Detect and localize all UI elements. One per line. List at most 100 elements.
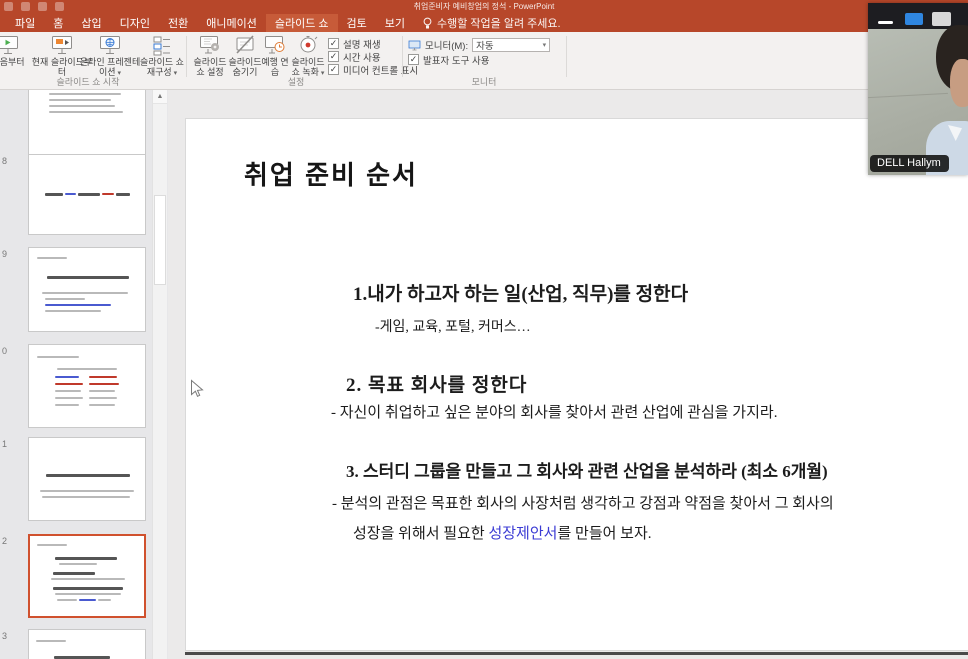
slide-section-1-sub[interactable]: -게임, 교육, 포털, 커머스…	[375, 316, 531, 336]
slide-canvas[interactable]: 취업 준비 순서 1.내가 하고자 하는 일(산업, 직무)를 정한다 -게임,…	[185, 118, 968, 651]
tab-file[interactable]: 파일	[6, 14, 44, 32]
text-line-placeholder	[89, 404, 115, 406]
slide-section-1-heading[interactable]: 1.내가 하고자 하는 일(산업, 직무)를 정한다	[353, 279, 688, 306]
checkbox-icon	[328, 64, 339, 75]
text-line-placeholder	[40, 490, 134, 492]
rehearse-clock-icon	[263, 34, 287, 56]
scrollbar-thumb[interactable]	[154, 195, 166, 285]
text-line-placeholder	[45, 304, 111, 306]
text-line-placeholder	[65, 193, 76, 195]
tab-design[interactable]: 디자인	[111, 14, 159, 32]
sub2-pre-text: 성장을 위해서 필요한	[353, 526, 488, 542]
slide-number: 3	[2, 631, 7, 641]
text-line-placeholder	[79, 599, 96, 601]
video-toggle-icon[interactable]	[905, 13, 923, 25]
checkbox-label: 미디어 컨트롤 표시	[343, 63, 418, 77]
text-line-placeholder	[49, 105, 115, 107]
tab-review[interactable]: 검토	[338, 14, 376, 32]
text-line-placeholder	[45, 298, 85, 300]
tab-slideshow[interactable]: 슬라이드 쇼	[266, 14, 338, 32]
checkbox-icon	[328, 38, 339, 49]
slideshow-options: 설명 재생 시간 사용 미디어 컨트롤 표시	[328, 37, 418, 76]
ribbon-tab-row: 파일 홈 삽입 디자인 전환 애니메이션 슬라이드 쇼 검토 보기 수행할 작업…	[0, 14, 968, 32]
thumbnail-slide-12-selected[interactable]	[28, 534, 146, 618]
window-title: 취업준비자 예비창업의 정석 - PowerPoint	[0, 1, 968, 12]
text-line-placeholder	[46, 474, 130, 477]
checkbox-label: 설명 재생	[343, 37, 381, 51]
tab-transitions[interactable]: 전환	[159, 14, 197, 32]
btn-label: 슬라이드 쇼 재구성	[140, 57, 184, 78]
text-line-placeholder	[59, 563, 97, 565]
btn-label: 예행 연습	[260, 57, 290, 78]
group-separator	[402, 36, 403, 77]
text-line-placeholder	[89, 390, 115, 392]
scroll-up-arrow[interactable]: ▲	[153, 90, 167, 104]
text-line-placeholder	[53, 587, 123, 590]
thumbnail-slide-13[interactable]	[28, 629, 146, 659]
group-label-start: 슬라이드 쇼 시작	[57, 75, 120, 88]
slide-number: 0	[2, 346, 7, 356]
btn-hide-slide[interactable]: 슬라이드 숨기기	[226, 34, 264, 86]
text-line-placeholder	[36, 640, 66, 642]
tell-me-box[interactable]: 수행할 작업을 알려 주세요.	[414, 14, 569, 32]
slide-section-2-sub[interactable]: - 자신이 취업하고 싶은 분야의 회사를 찾아서 관련 산업에 관심을 가지라…	[331, 401, 777, 422]
checkbox-use-timings[interactable]: 시간 사용	[328, 50, 418, 63]
text-line-placeholder	[37, 257, 67, 259]
text-line-placeholder	[37, 544, 67, 546]
text-line-placeholder	[37, 356, 79, 358]
tab-home[interactable]: 홈	[44, 14, 72, 32]
text-line-placeholder	[57, 599, 77, 601]
checkbox-presenter-view[interactable]: 발표자 도구 사용	[408, 53, 550, 66]
slide-section-3-sub2[interactable]: 성장을 위해서 필요한 성장제안서를 만들어 보자.	[353, 522, 652, 543]
maximize-icon[interactable]	[932, 12, 951, 26]
thumbnail-scrollbar[interactable]: ▲	[152, 90, 167, 659]
mouse-cursor	[190, 379, 204, 398]
text-line-placeholder	[42, 292, 128, 294]
text-line-placeholder	[102, 193, 114, 195]
participant-name-label: DELL Hallym	[870, 155, 949, 172]
text-line-placeholder	[55, 383, 83, 385]
text-line-placeholder	[55, 557, 117, 560]
text-line-placeholder	[49, 93, 121, 95]
growth-proposal-link[interactable]: 성장제안서	[488, 526, 557, 542]
slide-number: 2	[2, 536, 7, 546]
chevron-down-icon: ▾	[543, 41, 547, 49]
btn-from-beginning[interactable]: 처음부터	[0, 34, 32, 86]
slide-section-3-sub[interactable]: - 분석의 관점은 목표한 회사의 사장처럼 생각하고 강점과 약점을 찾아서 …	[332, 492, 834, 513]
text-line-placeholder	[51, 578, 125, 580]
btn-setup-slideshow[interactable]: 슬라이드 쇼 설정	[190, 34, 230, 86]
monitor-label: 모니터(M):	[425, 38, 468, 52]
webcam-video-feed: DELL Hallym	[868, 29, 968, 175]
slide-section-2-heading[interactable]: 2. 목표 회사를 정한다	[346, 370, 527, 397]
btn-rehearse-timings[interactable]: 예행 연습	[260, 34, 290, 86]
webcam-window[interactable]: DELL Hallym	[868, 3, 968, 175]
text-line-placeholder	[89, 383, 119, 385]
online-presentation-icon	[98, 34, 122, 56]
group-separator	[186, 36, 187, 77]
slide-section-3-heading[interactable]: 3. 스터디 그룹을 만들고 그 회사와 관련 산업을 분석하라 (최소 6개월…	[346, 457, 828, 482]
slide-thumbnail-panel: 8 9 0 1 2	[0, 90, 168, 659]
thumbnail-slide-10[interactable]	[28, 344, 146, 428]
btn-custom-slideshow[interactable]: 슬라이드 쇼 재구성	[140, 34, 184, 86]
tab-view[interactable]: 보기	[376, 14, 414, 32]
monitor-select-value: 자동	[476, 38, 493, 52]
thumbnail-slide-8[interactable]	[28, 154, 146, 235]
sub2-post-text: 를 만들어 보자.	[557, 526, 651, 542]
minimize-icon[interactable]	[878, 21, 893, 24]
wall-line	[868, 93, 948, 98]
text-line-placeholder	[53, 572, 95, 575]
checkbox-label: 시간 사용	[343, 50, 381, 64]
slide-title[interactable]: 취업 준비 순서	[244, 155, 418, 192]
monitor-select[interactable]: 자동 ▾	[472, 38, 550, 52]
monitor-group: 모니터(M): 자동 ▾ 발표자 도구 사용	[408, 37, 550, 66]
checkbox-play-narrations[interactable]: 설명 재생	[328, 37, 418, 50]
thumbnail-slide-11[interactable]	[28, 437, 146, 521]
thumbnail-slide-7[interactable]	[28, 90, 146, 157]
custom-show-icon	[150, 34, 174, 56]
tab-animations[interactable]: 애니메이션	[197, 14, 266, 32]
tab-insert[interactable]: 삽입	[72, 14, 110, 32]
text-line-placeholder	[45, 310, 101, 312]
thumbnail-slide-9[interactable]	[28, 247, 146, 332]
checkbox-show-media-controls[interactable]: 미디어 컨트롤 표시	[328, 63, 418, 76]
text-line-placeholder	[89, 376, 117, 378]
